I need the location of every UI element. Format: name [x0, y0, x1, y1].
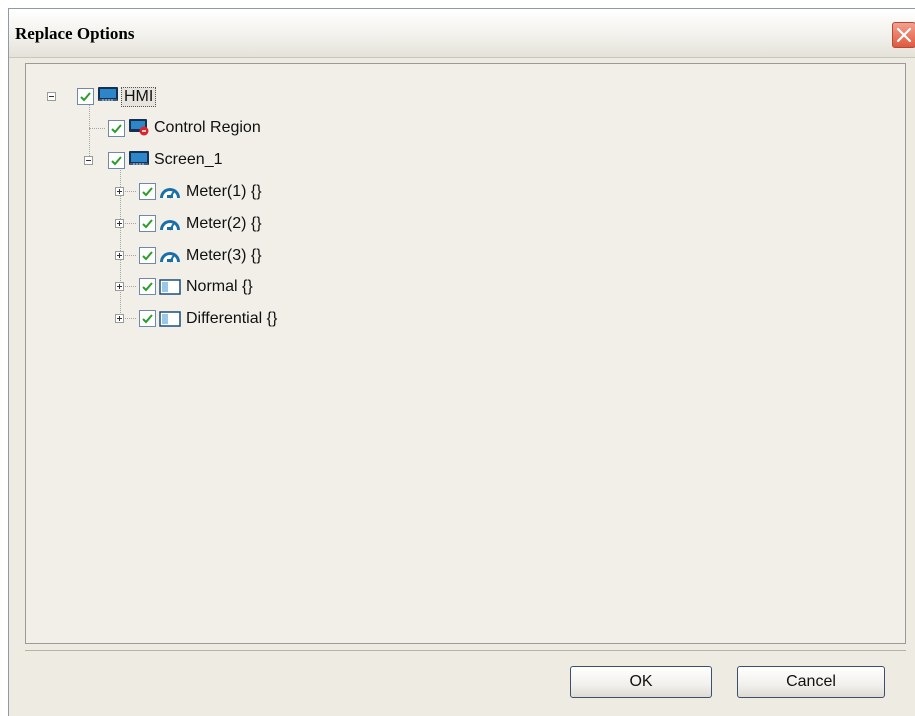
title-bar[interactable]: Replace Options [9, 9, 915, 58]
hmi-monitor-icon [98, 87, 118, 101]
display-box-icon [159, 311, 181, 327]
collapse-toggle[interactable] [47, 92, 56, 101]
expand-toggle[interactable] [115, 314, 124, 323]
button-divider [25, 650, 906, 651]
screen-icon [129, 151, 149, 165]
tree-label-normal[interactable]: Normal {} [186, 278, 253, 296]
meter-icon [160, 252, 180, 263]
control-region-icon [129, 119, 149, 136]
close-icon [896, 27, 912, 43]
checkbox-screen[interactable] [108, 152, 125, 169]
cancel-button[interactable]: Cancel [737, 666, 885, 698]
checkmark-icon [80, 92, 91, 102]
display-box-icon [159, 279, 181, 295]
checkmark-icon [111, 156, 122, 166]
tree-label-screen[interactable]: Screen_1 [154, 151, 223, 169]
checkbox-meter-3[interactable] [139, 247, 156, 264]
dialog-title: Replace Options [15, 24, 135, 43]
checkbox-hmi[interactable] [77, 88, 94, 105]
expand-toggle[interactable] [115, 282, 124, 291]
checkmark-icon [111, 124, 122, 134]
checkbox-differential[interactable] [139, 310, 156, 327]
checkbox-meter-1[interactable] [139, 183, 156, 200]
tree-label-meter-1[interactable]: Meter(1) {} [186, 183, 262, 201]
tree-panel[interactable]: HMI Control Region Screen_1 Meter(1) {} … [25, 63, 906, 644]
tree-label-meter-3[interactable]: Meter(3) {} [186, 247, 262, 265]
expand-toggle[interactable] [115, 187, 124, 196]
checkmark-icon [142, 219, 153, 229]
checkmark-icon [142, 314, 153, 324]
meter-icon [160, 220, 180, 231]
collapse-toggle[interactable] [84, 156, 93, 165]
tree-label-control-region[interactable]: Control Region [154, 119, 261, 137]
expand-toggle[interactable] [115, 251, 124, 260]
checkmark-icon [142, 187, 153, 197]
checkbox-meter-2[interactable] [139, 215, 156, 232]
checkbox-control-region[interactable] [108, 120, 125, 137]
checkmark-icon [142, 282, 153, 292]
close-button[interactable] [892, 22, 915, 48]
tree-label-hmi[interactable]: HMI [121, 87, 157, 107]
ok-button[interactable]: OK [570, 666, 712, 698]
tree-label-meter-2[interactable]: Meter(2) {} [186, 215, 262, 233]
meter-icon [160, 188, 180, 199]
checkbox-normal[interactable] [139, 278, 156, 295]
expand-toggle[interactable] [115, 219, 124, 228]
tree-connector [89, 128, 105, 129]
tree-label-differential[interactable]: Differential {} [186, 310, 277, 328]
checkmark-icon [142, 251, 153, 261]
